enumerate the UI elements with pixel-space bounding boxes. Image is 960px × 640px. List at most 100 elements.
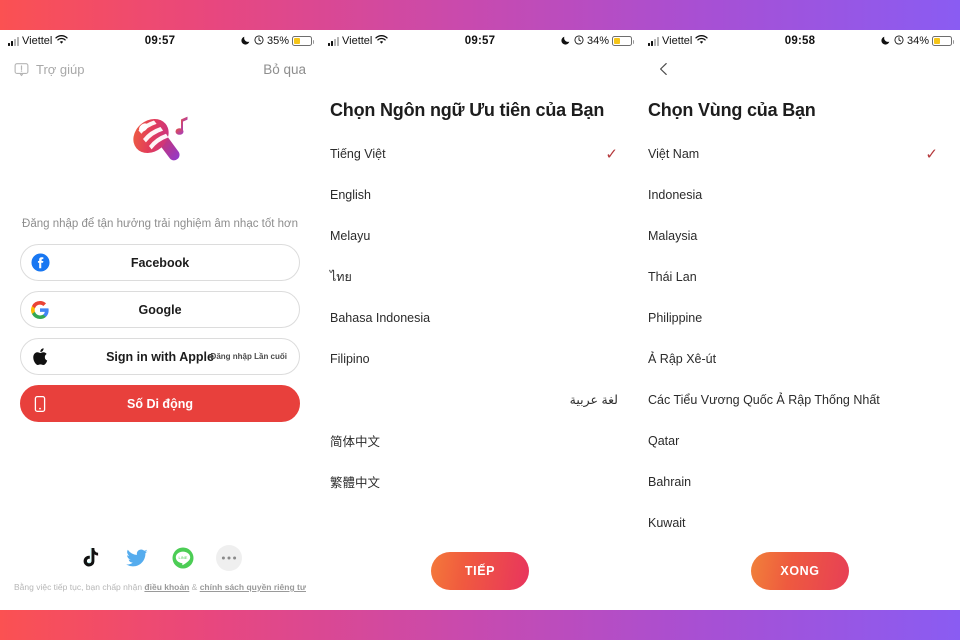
twitter-icon[interactable] <box>124 545 150 571</box>
language-option-english[interactable]: English <box>320 174 640 215</box>
option-label: English <box>330 187 371 202</box>
login-buttons: Facebook Google Sign in with Apple Đăng … <box>0 244 320 422</box>
svg-text:LINE: LINE <box>179 555 188 560</box>
status-bar-region: Viettel 09:58 34% <box>640 30 960 52</box>
help-button[interactable]: Trợ giúp <box>14 62 85 77</box>
login-tagline: Đăng nhập để tận hưởng trải nghiệm âm nh… <box>22 218 298 230</box>
tiktok-icon[interactable] <box>78 545 104 571</box>
status-bar-right: 34% <box>495 34 635 48</box>
status-bar-language: Viettel 09:57 34% <box>320 30 640 52</box>
region-option-qatar[interactable]: Qatar <box>640 420 960 461</box>
region-option-indonesia[interactable]: Indonesia <box>640 174 960 215</box>
login-button-label: Số Di động <box>127 396 193 411</box>
top-gradient-band <box>0 0 960 30</box>
selected-check-icon: ✓ <box>925 145 938 163</box>
status-bar-left: Viettel <box>8 34 145 48</box>
battery-icon <box>932 36 955 46</box>
back-chevron-icon[interactable] <box>656 61 672 77</box>
selected-check-icon: ✓ <box>605 145 618 163</box>
option-label: لغة عربية <box>569 393 618 407</box>
battery-percent-label: 34% <box>586 35 610 47</box>
login-button-label: Facebook <box>130 255 190 270</box>
help-label: Trợ giúp <box>36 61 85 77</box>
option-label: Indonesia <box>648 187 703 202</box>
region-screen: Viettel 09:58 34% Chọn Vùng của Bạn Việt… <box>640 30 960 610</box>
alarm-icon <box>894 34 904 48</box>
option-label: Filipino <box>330 351 370 366</box>
screenshot-root: Viettel 09:57 35% Trợ giúp Bỏ qua Đăng n… <box>0 0 960 640</box>
privacy-link[interactable]: chính sách quyền riêng tư <box>200 582 306 592</box>
region-options: Việt Nam ✓ Indonesia Malaysia Thái Lan P… <box>640 133 960 543</box>
option-label: Kuwait <box>648 515 686 530</box>
phone-screens-row: Viettel 09:57 35% Trợ giúp Bỏ qua Đăng n… <box>0 30 960 610</box>
region-option-viet-nam[interactable]: Việt Nam ✓ <box>640 133 960 174</box>
language-options: Tiếng Việt ✓ English Melayu ไทย Bahasa I… <box>320 133 640 502</box>
region-navbar <box>640 52 960 86</box>
status-bar-time: 09:57 <box>464 35 496 47</box>
option-label: Qatar <box>648 433 680 448</box>
wifi-icon <box>55 34 69 48</box>
app-logo <box>0 106 320 182</box>
region-option-philippine[interactable]: Philippine <box>640 297 960 338</box>
option-label: Ả Rập Xê-út <box>648 351 717 366</box>
option-label: ไทย <box>330 269 352 284</box>
battery-icon <box>292 36 315 46</box>
login-navbar: Trợ giúp Bỏ qua <box>0 52 320 86</box>
carrier-label: Viettel <box>342 35 373 47</box>
next-button[interactable]: TIẾP <box>431 552 529 590</box>
do-not-disturb-moon-icon <box>561 35 571 48</box>
language-option-simplified-chinese[interactable]: 简体中文 <box>320 420 640 461</box>
done-button[interactable]: XONG <box>751 552 849 590</box>
region-option-saudi-arabia[interactable]: Ả Rập Xê-út <box>640 338 960 379</box>
login-button-mobile[interactable]: Số Di động <box>20 385 300 422</box>
language-title: Chọn Ngôn ngữ Ưu tiên của Bạn <box>330 100 605 120</box>
status-bar-right: 34% <box>815 34 955 48</box>
language-option-arabic[interactable]: لغة عربية <box>320 379 640 420</box>
option-label: 繁體中文 <box>330 476 381 490</box>
carrier-label: Viettel <box>662 35 693 47</box>
region-option-bahrain[interactable]: Bahrain <box>640 461 960 502</box>
language-cta-wrap: TIẾP <box>320 552 640 590</box>
language-option-traditional-chinese[interactable]: 繁體中文 <box>320 461 640 502</box>
signal-bars-icon <box>328 36 339 46</box>
help-bubble-icon <box>14 62 29 77</box>
battery-percent-label: 34% <box>906 35 930 47</box>
wifi-icon <box>375 34 389 48</box>
legal-separator: & <box>189 582 200 592</box>
status-bar-login: Viettel 09:57 35% <box>0 30 320 52</box>
language-option-tieng-viet[interactable]: Tiếng Việt ✓ <box>320 133 640 174</box>
bottom-gradient-band <box>0 610 960 640</box>
do-not-disturb-moon-icon <box>881 35 891 48</box>
language-option-filipino[interactable]: Filipino <box>320 338 640 379</box>
status-bar-time: 09:58 <box>784 35 816 47</box>
language-option-thai[interactable]: ไทย <box>320 256 640 297</box>
region-title: Chọn Vùng của Bạn <box>648 100 816 120</box>
region-option-malaysia[interactable]: Malaysia <box>640 215 960 256</box>
language-option-melayu[interactable]: Melayu <box>320 215 640 256</box>
language-option-bahasa-indonesia[interactable]: Bahasa Indonesia <box>320 297 640 338</box>
option-label: Các Tiểu Vương Quốc Ả Rập Thống Nhất <box>648 392 880 407</box>
login-button-apple[interactable]: Sign in with Apple Đăng nhập Lần cuối <box>20 338 300 375</box>
option-label: Melayu <box>330 228 371 243</box>
battery-icon <box>612 36 635 46</box>
region-option-kuwait[interactable]: Kuwait <box>640 502 960 543</box>
region-option-thai-lan[interactable]: Thái Lan <box>640 256 960 297</box>
apple-last-used-badge: Đăng nhập Lần cuối <box>210 352 287 361</box>
region-option-uae[interactable]: Các Tiểu Vương Quốc Ả Rập Thống Nhất <box>640 379 960 420</box>
status-bar-left: Viettel <box>328 34 465 48</box>
option-label: Philippine <box>648 310 703 325</box>
alarm-icon <box>574 34 584 48</box>
starmaker-microphone-logo <box>133 116 188 161</box>
login-button-facebook[interactable]: Facebook <box>20 244 300 281</box>
option-label: Bahasa Indonesia <box>330 310 431 325</box>
skip-button[interactable]: Bỏ qua <box>263 62 306 77</box>
more-options-icon[interactable] <box>216 545 242 571</box>
carrier-label: Viettel <box>22 35 53 47</box>
login-button-google[interactable]: Google <box>20 291 300 328</box>
battery-percent-label: 35% <box>266 35 290 47</box>
terms-link[interactable]: điều khoản <box>144 582 189 592</box>
social-login-row: LINE <box>0 545 320 571</box>
login-button-label: Google <box>138 302 182 317</box>
status-bar-left: Viettel <box>648 34 785 48</box>
line-icon[interactable]: LINE <box>170 545 196 571</box>
